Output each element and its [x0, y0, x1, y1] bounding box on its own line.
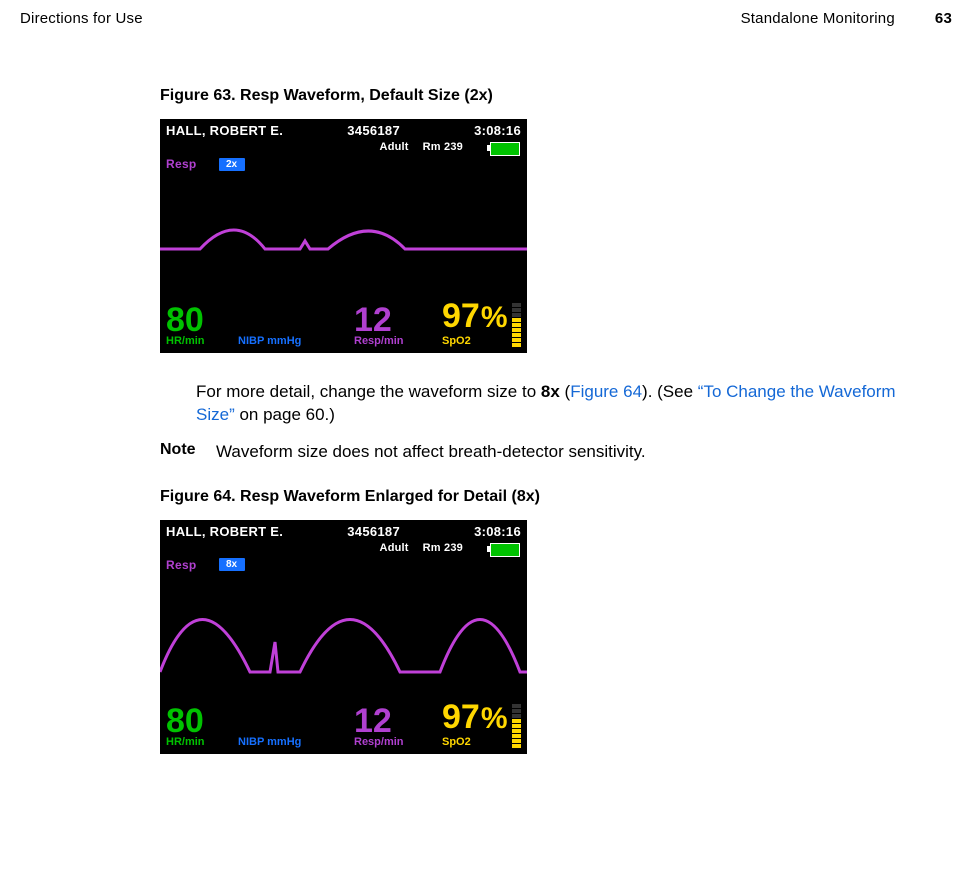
header-left: Directions for Use	[20, 10, 143, 27]
resp-unit: Resp/min	[354, 335, 442, 347]
clock-time: 3:08:16	[474, 123, 521, 141]
patient-id: 3456187	[273, 524, 474, 542]
resp-waveform-8x	[160, 572, 527, 692]
patient-name: HALL, ROBERT E.	[166, 524, 283, 542]
patient-id: 3456187	[273, 123, 474, 141]
bold-8x: 8x	[541, 382, 560, 401]
hr-value: 80	[166, 706, 238, 736]
note-text: Waveform size does not affect breath-det…	[216, 441, 646, 464]
spo2-bar-icon	[512, 302, 521, 347]
patient-mode: Adult	[380, 542, 409, 556]
nibp-unit: NIBP mmHg	[238, 335, 354, 347]
link-figure-64[interactable]: Figure 64	[570, 382, 642, 401]
nibp-unit: NIBP mmHg	[238, 736, 354, 748]
spo2-label: SpO2	[442, 736, 521, 748]
hr-unit: HR/min	[166, 736, 238, 748]
resp-value: 12	[354, 706, 442, 736]
clock-time: 3:08:16	[474, 524, 521, 542]
body-paragraph: For more detail, change the waveform siz…	[196, 381, 932, 427]
hr-unit: HR/min	[166, 335, 238, 347]
spo2-percent: %	[481, 301, 508, 334]
waveform-scale-badge: 2x	[219, 158, 245, 171]
patient-name: HALL, ROBERT E.	[166, 123, 283, 141]
header-center: Standalone Monitoring	[741, 10, 895, 27]
waveform-scale-badge: 8x	[219, 558, 245, 571]
page-header: Directions for Use Standalone Monitoring…	[20, 10, 952, 27]
spo2-value: 97	[442, 698, 480, 736]
spo2-bar-icon	[512, 703, 521, 748]
monitor-screenshot-2x: HALL, ROBERT E. 3456187 3:08:16 Adult Rm…	[160, 119, 527, 353]
spo2-value: 97	[442, 297, 480, 335]
figure-63-caption: Figure 63. Resp Waveform, Default Size (…	[160, 87, 932, 105]
resp-waveform-2x	[160, 171, 527, 291]
header-page-number: 63	[935, 10, 952, 27]
spo2-label: SpO2	[442, 335, 521, 347]
battery-icon	[487, 142, 521, 154]
resp-label: Resp	[166, 558, 197, 572]
note-block: Note Waveform size does not affect breat…	[160, 441, 932, 464]
resp-label: Resp	[166, 157, 197, 171]
resp-unit: Resp/min	[354, 736, 442, 748]
room-number: Rm 239	[423, 141, 463, 155]
resp-value: 12	[354, 305, 442, 335]
hr-value: 80	[166, 305, 238, 335]
figure-64-caption: Figure 64. Resp Waveform Enlarged for De…	[160, 488, 932, 506]
battery-icon	[487, 543, 521, 555]
note-label: Note	[160, 441, 216, 464]
patient-mode: Adult	[380, 141, 409, 155]
monitor-screenshot-8x: HALL, ROBERT E. 3456187 3:08:16 Adult Rm…	[160, 520, 527, 754]
spo2-percent: %	[481, 702, 508, 735]
room-number: Rm 239	[423, 542, 463, 556]
